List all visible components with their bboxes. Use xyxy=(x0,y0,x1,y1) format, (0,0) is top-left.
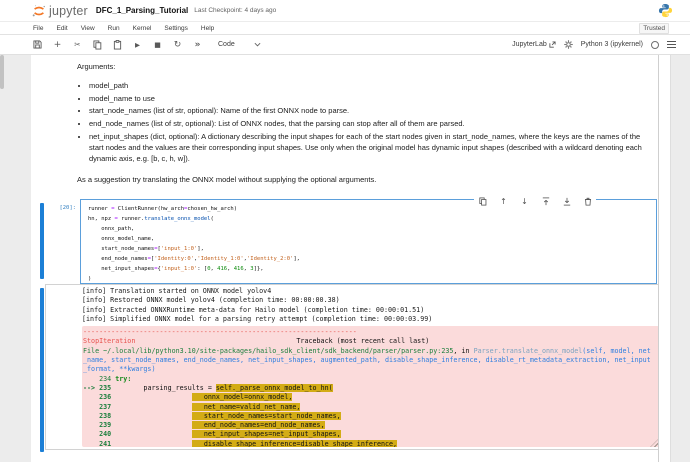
bullet-item: net_input_shapes (dict, optional): A dic… xyxy=(89,132,655,164)
insert-cell-below-button[interactable] xyxy=(561,195,572,207)
source-line: ----------------------------------------… xyxy=(83,328,659,337)
menu-item-file[interactable]: File xyxy=(33,25,43,32)
notebook-area: Arguments: model_pathmodel_name to usest… xyxy=(0,55,690,462)
menu-item-kernel[interactable]: Kernel xyxy=(133,25,152,32)
source-line: hn, npz = runner.translate_onnx_model( xyxy=(88,214,656,224)
jupyter-planet-icon xyxy=(32,4,46,18)
info-line: [info] Simplified ONNX model for a parsi… xyxy=(82,315,658,324)
markdown-cell[interactable]: Arguments: model_path model_name to usest… xyxy=(77,62,655,186)
move-cell-up-button[interactable]: ↑ xyxy=(498,195,509,207)
notebook-scrollbar[interactable] xyxy=(659,55,670,462)
markdown-bullet-list: model_path model_name to usestart_node_na… xyxy=(77,81,655,165)
info-line: [info] Restored ONNX model yolov4 (compl… xyxy=(82,296,658,305)
menu-item-run[interactable]: Run xyxy=(108,25,120,32)
menubar-items: File Edit View Run Kernel Settings Help xyxy=(33,25,214,32)
traceback-lines: ----------------------------------------… xyxy=(83,328,659,447)
input-collapser[interactable] xyxy=(40,203,44,279)
bullet-item: end_node_names (list of str, optional): … xyxy=(89,119,655,130)
jupyter-logo[interactable]: jupyter xyxy=(32,4,88,18)
save-button[interactable] xyxy=(32,38,43,51)
cut-cells-button[interactable]: ✂ xyxy=(72,38,83,51)
insert-cell-above-button[interactable] xyxy=(540,195,551,207)
source-line: 234 try: xyxy=(83,375,659,384)
bullet-item: model_name to use xyxy=(89,94,655,105)
source-line: 236 onnx_model=onnx_model, xyxy=(83,393,659,402)
menu-item-help[interactable]: Help xyxy=(201,25,214,32)
bullet-item: start_node_names (list of str, optional)… xyxy=(89,106,655,117)
input-prompt: [20]: xyxy=(28,205,76,211)
duplicate-cell-button[interactable] xyxy=(477,195,488,207)
source-line: --> 235 parsing_results = self._parse_on… xyxy=(83,384,659,393)
menu-item-settings[interactable]: Settings xyxy=(164,25,188,32)
trusted-badge[interactable]: Trusted xyxy=(639,23,669,34)
cell-type-value: Code xyxy=(218,41,235,48)
source-line: end_node_names=['Identity:0','Identity_1… xyxy=(88,254,656,264)
left-sidebar-rail xyxy=(0,55,31,462)
source-line: start_node_names=['input_1:0'], xyxy=(88,244,656,254)
error-output: ----------------------------------------… xyxy=(82,326,659,447)
source-line: 238 start_node_names=start_node_names, xyxy=(83,412,659,421)
source-line: 241 disable_shape_inference=disable_shap… xyxy=(83,440,659,447)
code-editor[interactable]: ↑ ↓ runner = ClientRunner(hw_arch=chosen… xyxy=(80,199,657,284)
source-line: StopIteration Traceback (most recent cal… xyxy=(83,337,659,346)
jupyterlab-link[interactable]: JupyterLab xyxy=(512,41,556,48)
output-area: [info] Translation started on ONNX model… xyxy=(45,284,659,450)
info-line: [info] Translation started on ONNX model… xyxy=(82,287,658,296)
toolbar: + ✂ ▶ ■ ↻ » Code JupyterLab Python 3 (ip… xyxy=(0,35,690,55)
info-line: [info] Extracted ONNXRuntime meta-data f… xyxy=(82,306,658,315)
source-line: 237 net_name=valid_net_name, xyxy=(83,403,659,412)
output-collapser[interactable] xyxy=(40,288,44,452)
settings-gear-icon[interactable] xyxy=(564,36,573,54)
source-line: onnx_model_name, xyxy=(88,234,656,244)
checkpoint-status: Last Checkpoint: 4 days ago xyxy=(194,7,276,14)
source-line: 239 end_node_names=end_node_names, xyxy=(83,421,659,430)
restart-run-all-button[interactable]: » xyxy=(192,38,203,51)
jupyter-notebook-app: jupyter DFC_1_Parsing_Tutorial Last Chec… xyxy=(0,0,690,462)
cell-type-dropdown[interactable]: Code xyxy=(218,41,261,48)
code-lines: runner = ClientRunner(hw_arch=chosen_hw_… xyxy=(88,204,656,284)
source-line: _name, start_node_names, end_node_names,… xyxy=(83,356,659,365)
stream-output: [info] Translation started on ONNX model… xyxy=(46,285,658,324)
suggestion-text: As a suggestion try translating the ONNX… xyxy=(77,175,655,186)
run-cell-button[interactable]: ▶ xyxy=(132,38,143,51)
source-line: ) xyxy=(88,274,656,284)
kernel-status-icon xyxy=(651,41,659,49)
kernel-name[interactable]: Python 3 (ipykernel) xyxy=(581,41,643,48)
source-line: onnx_path, xyxy=(88,224,656,234)
hamburger-menu-icon[interactable] xyxy=(667,41,676,48)
right-sidebar-rail xyxy=(670,55,690,462)
left-scrollbar-thumb[interactable] xyxy=(0,55,4,89)
menu-bar: File Edit View Run Kernel Settings Help Truste… xyxy=(0,22,690,35)
add-cell-button[interactable]: + xyxy=(52,38,63,51)
restart-kernel-button[interactable]: ↻ xyxy=(172,38,183,51)
move-cell-down-button[interactable]: ↓ xyxy=(519,195,530,207)
title-bar: jupyter DFC_1_Parsing_Tutorial Last Chec… xyxy=(0,0,690,22)
jupyterlab-label: JupyterLab xyxy=(512,41,547,48)
python-logo-icon xyxy=(658,3,673,23)
chevron-down-icon xyxy=(254,42,261,47)
toolbar-right: JupyterLab Python 3 (ipykernel) xyxy=(512,36,690,54)
paste-cells-button[interactable] xyxy=(112,38,123,51)
source-line: File ~/.local/lib/python3.10/site-packag… xyxy=(83,347,659,356)
menu-item-edit[interactable]: Edit xyxy=(56,25,67,32)
cell-toolbar: ↑ ↓ xyxy=(474,195,596,207)
source-line: net_input_shapes={'input_1:0': [0, 416, … xyxy=(88,264,656,274)
copy-cells-button[interactable] xyxy=(92,38,103,51)
external-link-icon xyxy=(549,41,556,48)
source-line: 240 net_input_shapes=net_input_shapes, xyxy=(83,430,659,439)
menu-item-view[interactable]: View xyxy=(81,25,95,32)
delete-cell-button[interactable] xyxy=(582,195,593,207)
source-line: _format, **kwargs) xyxy=(83,365,659,374)
jupyter-logo-text: jupyter xyxy=(49,4,88,18)
notebook-title[interactable]: DFC_1_Parsing_Tutorial xyxy=(96,6,188,15)
arguments-heading: Arguments: xyxy=(77,62,655,73)
interrupt-kernel-button[interactable]: ■ xyxy=(152,38,163,51)
bullet-item: model_path xyxy=(89,81,655,92)
